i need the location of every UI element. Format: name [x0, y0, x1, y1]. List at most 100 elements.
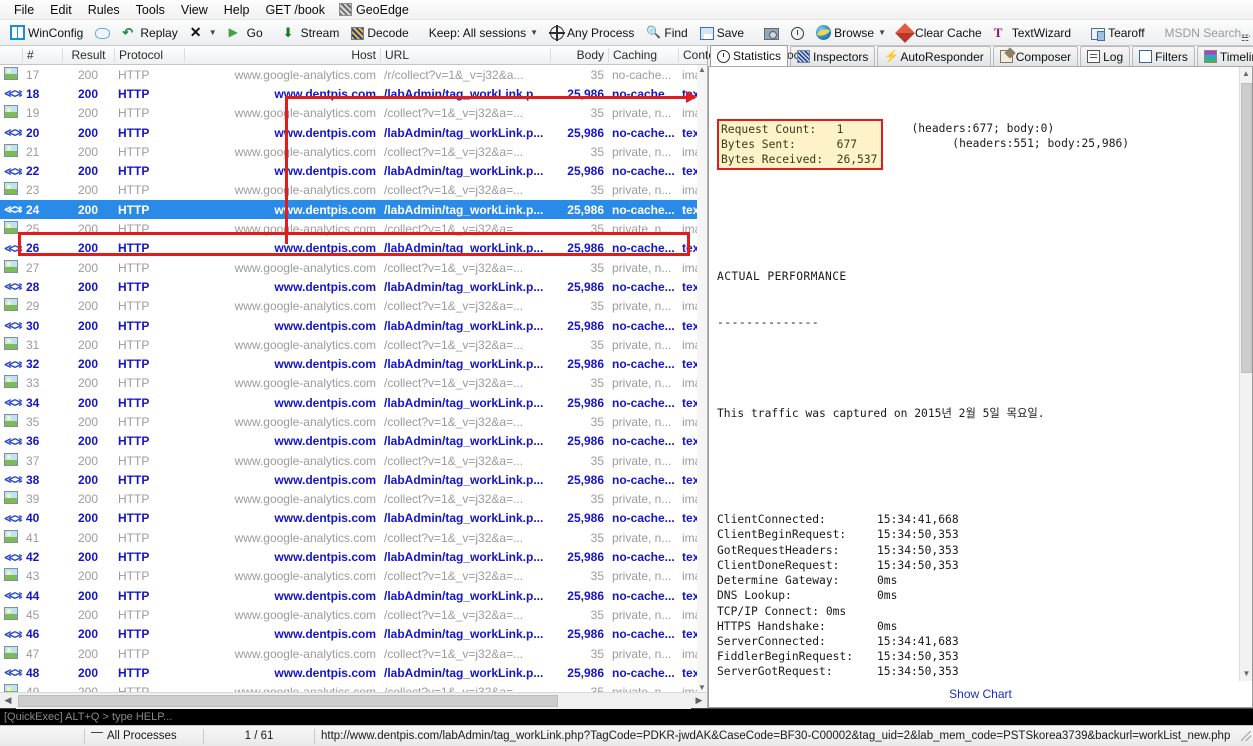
comment-button[interactable]: [89, 22, 116, 44]
table-row[interactable]: 41 200 HTTP www.google-analytics.com/collec…: [0, 528, 707, 547]
cell-protocol: HTTP: [118, 492, 150, 507]
table-row[interactable]: 31 200 HTTP www.google-analytics.com/collec…: [0, 335, 707, 354]
column-header-body[interactable]: Body: [550, 48, 608, 62]
table-row[interactable]: 25 200 HTTP www.google-analytics.com/collec…: [0, 219, 707, 238]
table-row[interactable]: ≪≫ 20 200 HTTP www.dentpis.com/labAdmin/tag_…: [0, 123, 707, 142]
browse-button[interactable]: Browse ▼: [810, 22, 892, 44]
scroll-left-icon[interactable]: ◀: [0, 693, 16, 709]
textwizard-button[interactable]: T TextWizard: [988, 22, 1077, 44]
table-row[interactable]: 23 200 HTTP www.google-analytics.com/collec…: [0, 181, 707, 200]
save-icon: [699, 26, 714, 40]
table-row[interactable]: ≪≫ 18 200 HTTP www.dentpis.com/labAdmin/tag_…: [0, 84, 707, 103]
scroll-down-icon[interactable]: ▼: [1240, 667, 1252, 681]
resize-grip-icon[interactable]: [1241, 731, 1251, 741]
scroll-up-icon[interactable]: ▲: [1240, 67, 1252, 81]
table-row[interactable]: ≪≫ 30 200 HTTP www.dentpis.com/labAdmin/tag_…: [0, 316, 707, 335]
table-row[interactable]: 37 200 HTTP www.google-analytics.com/collec…: [0, 451, 707, 470]
column-header-protocol[interactable]: Protocol: [114, 48, 184, 62]
tab-statistics[interactable]: Statistics: [710, 45, 789, 66]
menu-tools[interactable]: Tools: [128, 1, 173, 19]
table-row[interactable]: ≪≫ 24 200 HTTP www.dentpis.com/labAdmin/tag_…: [0, 200, 707, 220]
table-row[interactable]: ≪≫ 40 200 HTTP www.dentpis.com/labAdmin/tag_…: [0, 509, 707, 528]
cell-number: 43: [26, 569, 40, 584]
sessions-horizontal-scrollbar[interactable]: ◀ ▶: [0, 692, 707, 709]
table-row[interactable]: 21 200 HTTP www.google-analytics.com/collec…: [0, 142, 707, 161]
show-chart-link[interactable]: Show Chart: [949, 687, 1012, 701]
column-header-url[interactable]: URL: [380, 48, 550, 62]
menu-file[interactable]: File: [6, 1, 42, 19]
table-row[interactable]: ≪≫ 32 200 HTTP www.dentpis.com/labAdmin/tag_…: [0, 354, 707, 373]
column-header-host[interactable]: Host: [184, 48, 380, 62]
find-button[interactable]: 🔍 Find: [640, 22, 693, 44]
clear-cache-button[interactable]: Clear Cache: [892, 22, 988, 44]
tab-timeline[interactable]: Timeline: [1196, 46, 1253, 66]
quickexec-input[interactable]: [QuickExec] ALT+Q > type HELP...: [0, 708, 1253, 725]
tab-filters[interactable]: Filters: [1132, 46, 1195, 66]
toolbar-overflow-icon[interactable]: ☵: [1239, 33, 1251, 44]
go-button[interactable]: ▶ Go: [223, 22, 269, 44]
table-row[interactable]: 43 200 HTTP www.google-analytics.com/collec…: [0, 567, 707, 586]
table-row[interactable]: ≪≫ 34 200 HTTP www.dentpis.com/labAdmin/tag_…: [0, 393, 707, 412]
menu-edit[interactable]: Edit: [42, 1, 80, 19]
statistics-vertical-scrollbar[interactable]: ▲ ▼: [1239, 67, 1252, 681]
status-all-processes[interactable]: All Processes: [85, 726, 203, 746]
menu-rules[interactable]: Rules: [80, 1, 128, 19]
cell-body: 35: [590, 222, 604, 237]
table-row[interactable]: ≪≫ 36 200 HTTP www.dentpis.com/labAdmin/tag_…: [0, 432, 707, 451]
table-row[interactable]: ≪≫ 46 200 HTTP www.dentpis.com/labAdmin/tag_…: [0, 625, 707, 644]
table-row[interactable]: ≪≫ 42 200 HTTP www.dentpis.com/labAdmin/tag_…: [0, 547, 707, 566]
stream-button[interactable]: ⬇ Stream: [277, 22, 346, 44]
statistics-scroll-thumb[interactable]: [1241, 83, 1252, 373]
timeline-icon: [1203, 50, 1217, 63]
table-row[interactable]: 45 200 HTTP www.google-analytics.com/collec…: [0, 605, 707, 624]
tearoff-button[interactable]: Tearoff: [1085, 22, 1150, 44]
column-header-result[interactable]: Result: [62, 48, 114, 62]
comment-bubble-icon: [95, 28, 111, 39]
column-header-caching[interactable]: Caching: [608, 48, 678, 62]
table-row[interactable]: 33 200 HTTP www.google-analytics.com/collec…: [0, 374, 707, 393]
tab-composer[interactable]: Composer: [992, 46, 1079, 66]
decode-button[interactable]: Decode: [345, 22, 414, 44]
menu-geoedge[interactable]: GeoEdge: [333, 1, 415, 19]
status-capture-cell[interactable]: [0, 726, 84, 746]
table-row[interactable]: 47 200 HTTP www.google-analytics.com/collec…: [0, 644, 707, 663]
sessions-list[interactable]: 17 200 HTTP www.google-analytics.com/r/coll…: [0, 65, 707, 692]
tab-log[interactable]: Log: [1080, 46, 1131, 66]
column-header-number[interactable]: #: [22, 48, 62, 62]
table-row[interactable]: 35 200 HTTP www.google-analytics.com/collec…: [0, 412, 707, 431]
remove-button[interactable]: ✕ ▼: [184, 22, 223, 44]
menu-get-book[interactable]: GET /book: [257, 1, 333, 19]
sessions-vertical-scrollbar[interactable]: ▲ ▼: [697, 65, 707, 692]
cell-host: www.dentpis.com: [274, 318, 376, 333]
table-row[interactable]: 39 200 HTTP www.google-analytics.com/collec…: [0, 490, 707, 509]
timer-button[interactable]: [785, 22, 810, 44]
scroll-up-icon[interactable]: ▲: [698, 65, 706, 74]
table-row[interactable]: ≪≫ 38 200 HTTP www.dentpis.com/labAdmin/tag_…: [0, 470, 707, 489]
table-row[interactable]: ≪≫ 22 200 HTTP www.dentpis.com/labAdmin/tag_…: [0, 161, 707, 180]
cell-host: www.dentpis.com: [274, 511, 376, 526]
tab-autoresponder[interactable]: ⚡ AutoResponder: [877, 46, 991, 66]
scroll-right-icon[interactable]: ▶: [691, 693, 707, 709]
table-row[interactable]: 29 200 HTTP www.google-analytics.com/collec…: [0, 297, 707, 316]
table-row[interactable]: ≪≫ 48 200 HTTP www.dentpis.com/labAdmin/tag_…: [0, 663, 707, 682]
sessions-column-header: # Result Protocol Host URL Body Caching …: [0, 46, 800, 65]
table-row[interactable]: ≪≫ 28 200 HTTP www.dentpis.com/labAdmin/tag_…: [0, 277, 707, 296]
save-button[interactable]: Save: [694, 22, 750, 44]
table-row[interactable]: 27 200 HTTP www.google-analytics.com/collec…: [0, 258, 707, 277]
hscroll-thumb[interactable]: [18, 694, 558, 707]
table-row[interactable]: 17 200 HTTP www.google-analytics.com/r/coll…: [0, 65, 707, 84]
table-row[interactable]: ≪≫ 44 200 HTTP www.dentpis.com/labAdmin/tag_…: [0, 586, 707, 605]
menu-help[interactable]: Help: [216, 1, 258, 19]
screenshot-button[interactable]: [758, 22, 785, 44]
table-row[interactable]: 19 200 HTTP www.google-analytics.com/collec…: [0, 104, 707, 123]
scroll-down-icon[interactable]: ▼: [698, 683, 706, 692]
table-row[interactable]: 49200HTTPwww.google-analytics.com/collec…: [0, 683, 707, 692]
keep-sessions-dropdown[interactable]: Keep: All sessions ▼: [423, 22, 544, 44]
any-process-button[interactable]: Any Process: [544, 22, 640, 44]
replay-button[interactable]: ↶ Replay: [116, 22, 183, 44]
winconfig-button[interactable]: WinConfig: [4, 22, 89, 44]
menu-view[interactable]: View: [173, 1, 216, 19]
table-row[interactable]: ≪≫ 26 200 HTTP www.dentpis.com/labAdmin/tag_…: [0, 239, 707, 258]
statistics-text: Request Count: 1 Bytes Sent: 677 Bytes R…: [709, 67, 1239, 681]
hscroll-track[interactable]: [16, 692, 691, 709]
